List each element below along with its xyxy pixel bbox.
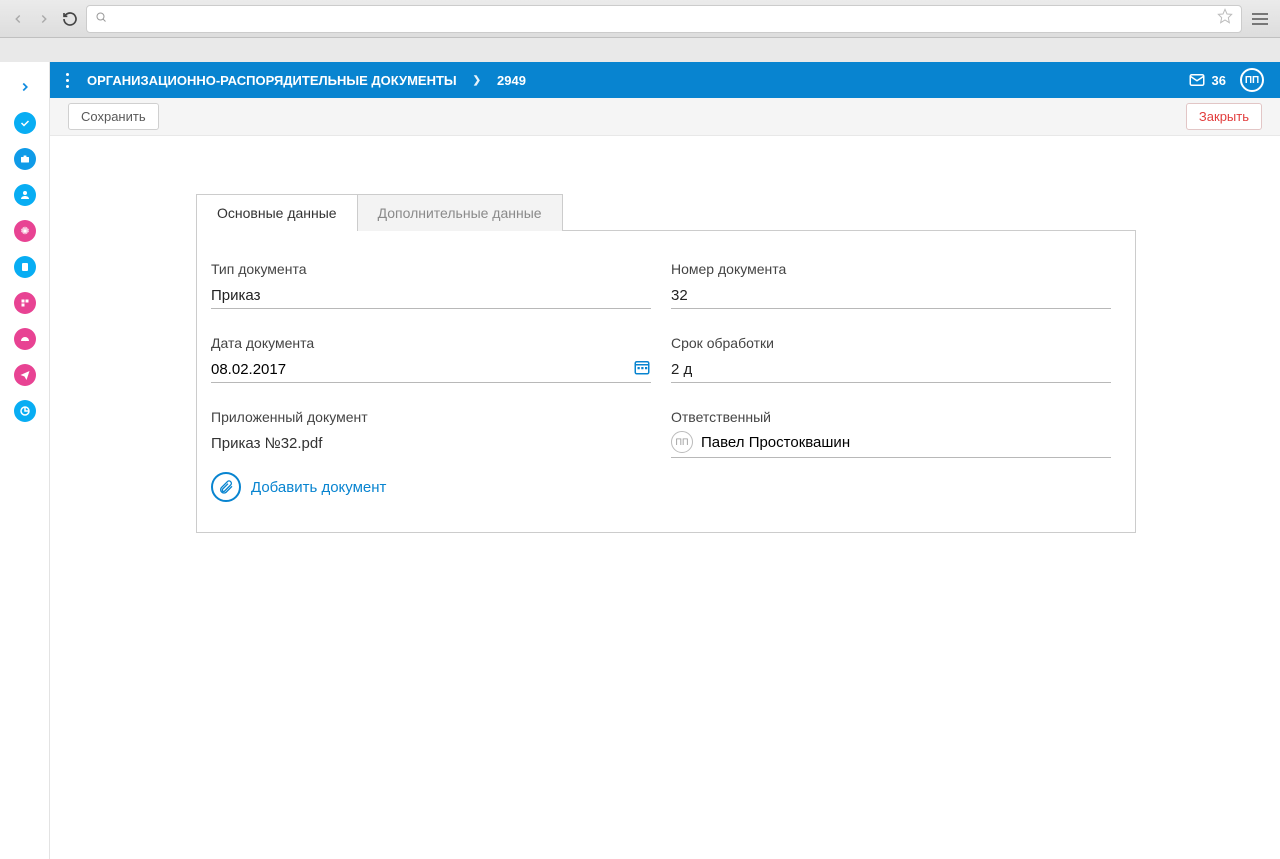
responsible-input[interactable] bbox=[701, 434, 1111, 451]
deadline-label: Срок обработки bbox=[671, 335, 1111, 351]
browser-toolbar bbox=[0, 0, 1280, 38]
attachment-label: Приложенный документ bbox=[211, 409, 651, 425]
mail-count: 36 bbox=[1212, 73, 1226, 88]
nav-gear-icon[interactable] bbox=[14, 220, 36, 242]
back-icon[interactable] bbox=[8, 9, 28, 29]
breadcrumb-id: 2949 bbox=[497, 73, 526, 88]
nav-gauge-icon[interactable] bbox=[14, 328, 36, 350]
form-panel: Тип документа Номер документа Дата докум… bbox=[196, 230, 1136, 533]
forward-icon[interactable] bbox=[34, 9, 54, 29]
close-button[interactable]: Закрыть bbox=[1186, 103, 1262, 130]
save-button[interactable]: Сохранить bbox=[68, 103, 159, 130]
chevron-right-icon: ❯ bbox=[473, 75, 481, 86]
tabs: Основные данные Дополнительные данные bbox=[196, 194, 1136, 230]
bookmark-star-icon[interactable] bbox=[1217, 8, 1233, 29]
nav-document-icon[interactable] bbox=[14, 256, 36, 278]
field-doc-number: Номер документа bbox=[671, 261, 1111, 309]
user-avatar[interactable]: ПП bbox=[1240, 68, 1264, 92]
search-icon bbox=[95, 11, 107, 26]
doc-date-label: Дата документа bbox=[211, 335, 651, 351]
reload-icon[interactable] bbox=[60, 9, 80, 29]
tab-extra[interactable]: Дополнительные данные bbox=[358, 194, 563, 231]
attachment-file[interactable]: Приказ №32.pdf bbox=[211, 435, 651, 452]
add-document-label: Добавить документ bbox=[251, 479, 386, 496]
responsible-avatar-icon: ПП bbox=[671, 431, 693, 453]
field-attachment: Приложенный документ Приказ №32.pdf Доба… bbox=[211, 409, 651, 502]
field-deadline: Срок обработки bbox=[671, 335, 1111, 383]
menu-icon[interactable] bbox=[1248, 9, 1272, 29]
sidebar-rail bbox=[0, 62, 50, 859]
responsible-label: Ответственный bbox=[671, 409, 1111, 425]
expand-sidebar-icon[interactable] bbox=[14, 76, 36, 98]
nav-check-icon[interactable] bbox=[14, 112, 36, 134]
tab-main[interactable]: Основные данные bbox=[196, 194, 358, 231]
doc-type-label: Тип документа bbox=[211, 261, 651, 277]
action-bar: Сохранить Закрыть bbox=[50, 98, 1280, 136]
doc-date-input[interactable] bbox=[211, 357, 625, 382]
url-bar[interactable] bbox=[86, 5, 1242, 33]
breadcrumb-root[interactable]: ОРГАНИЗАЦИОННО-РАСПОРЯДИТЕЛЬНЫЕ ДОКУМЕНТ… bbox=[87, 73, 457, 88]
doc-number-input[interactable] bbox=[671, 283, 1111, 309]
field-doc-date: Дата документа bbox=[211, 335, 651, 383]
field-doc-type: Тип документа bbox=[211, 261, 651, 309]
paperclip-icon bbox=[211, 472, 241, 502]
doc-number-label: Номер документа bbox=[671, 261, 1111, 277]
url-input[interactable] bbox=[113, 11, 1211, 26]
header-menu-icon[interactable] bbox=[66, 73, 69, 88]
nav-send-icon[interactable] bbox=[14, 364, 36, 386]
nav-chart-icon[interactable] bbox=[14, 400, 36, 422]
deadline-input[interactable] bbox=[671, 357, 1111, 383]
mail-badge[interactable]: 36 bbox=[1188, 71, 1226, 89]
add-document-button[interactable]: Добавить документ bbox=[211, 472, 651, 502]
doc-type-input[interactable] bbox=[211, 283, 651, 309]
nav-user-icon[interactable] bbox=[14, 184, 36, 206]
main-panel: ОРГАНИЗАЦИОННО-РАСПОРЯДИТЕЛЬНЫЕ ДОКУМЕНТ… bbox=[50, 62, 1280, 859]
calendar-icon[interactable] bbox=[633, 358, 651, 381]
nav-module-icon[interactable] bbox=[14, 292, 36, 314]
page-header: ОРГАНИЗАЦИОННО-РАСПОРЯДИТЕЛЬНЫЕ ДОКУМЕНТ… bbox=[50, 62, 1280, 98]
content-area: Основные данные Дополнительные данные Ти… bbox=[50, 136, 1280, 859]
mail-icon bbox=[1188, 71, 1206, 89]
nav-briefcase-icon[interactable] bbox=[14, 148, 36, 170]
avatar-initials: ПП bbox=[1245, 75, 1259, 86]
field-responsible: Ответственный ПП bbox=[671, 409, 1111, 502]
